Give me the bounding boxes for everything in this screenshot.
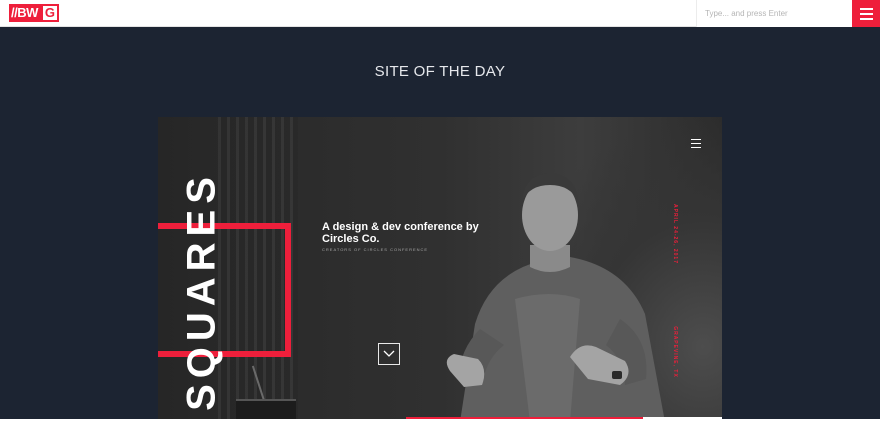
preview-subline: CREATORS OF CIRCLES CONFERENCE xyxy=(322,247,429,252)
red-outline-frame xyxy=(158,223,291,357)
speaker-photo xyxy=(446,173,665,422)
event-location: GRAPEVINE, TX xyxy=(672,326,678,378)
chevron-down-icon xyxy=(383,350,395,357)
top-bar: //BW G xyxy=(0,0,880,27)
hamburger-icon xyxy=(859,7,873,10)
hamburger-icon[interactable] xyxy=(691,139,701,148)
featured-site-preview[interactable]: SQUARES A design & dev conference by Cir… xyxy=(158,117,722,422)
site-logo[interactable]: //BW G xyxy=(9,4,59,22)
brand-wordmark: SQUARES xyxy=(179,171,224,411)
logo-letter: G xyxy=(40,4,59,22)
search-input[interactable] xyxy=(696,0,852,27)
scroll-down-button[interactable] xyxy=(378,343,400,365)
event-date: APRIL 24-26, 2017 xyxy=(672,204,678,264)
preview-headline: A design & dev conference by Circles Co. xyxy=(322,221,479,245)
logo-wordmark: //BW xyxy=(9,4,41,22)
menu-button[interactable] xyxy=(852,0,880,27)
section-title: SITE OF THE DAY xyxy=(374,63,506,80)
